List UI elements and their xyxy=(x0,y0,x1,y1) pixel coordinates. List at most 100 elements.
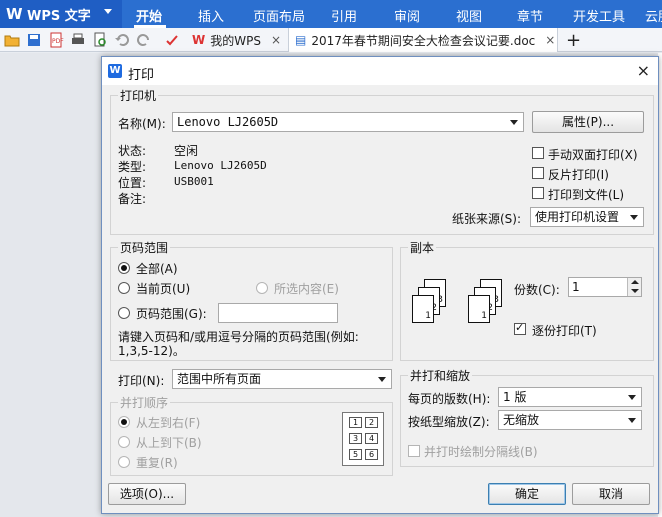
menu-item-insert[interactable]: 插入 xyxy=(198,6,224,25)
tab-label: 我的WPS xyxy=(210,33,261,48)
menu-item-home[interactable]: 开始 xyxy=(136,6,162,25)
order-repeat-radio[interactable] xyxy=(118,456,130,468)
menu-item-view[interactable]: 视图 xyxy=(456,6,482,25)
type-label: 类型: xyxy=(118,160,147,174)
chevron-down-icon xyxy=(630,215,638,220)
reverse-print-label: 反片打印(I) xyxy=(548,168,609,182)
tab-label: 2017年春节期间安全大检查会议记要.doc xyxy=(311,33,536,48)
scale-select[interactable]: 无缩放 xyxy=(498,410,642,430)
print-what-label: 打印(N): xyxy=(118,374,165,388)
page-range-current-label: 当前页(U) xyxy=(136,282,191,296)
dialog-titlebar[interactable]: W 打印 × xyxy=(102,57,658,85)
spin-up-icon[interactable] xyxy=(627,278,641,287)
order-left-to-right-radio[interactable] xyxy=(118,416,130,428)
scale-label: 按纸型缩放(Z): xyxy=(408,415,490,429)
close-icon[interactable]: × xyxy=(637,61,650,80)
location-label: 位置: xyxy=(118,176,147,190)
print-order-group-title: 并打顺序 xyxy=(118,394,171,411)
order-cell: 2 xyxy=(365,417,378,428)
menu-item-review[interactable]: 审阅 xyxy=(394,6,420,25)
printer-properties-button[interactable]: 属性(P)... xyxy=(532,111,644,133)
order-top-to-bottom-radio[interactable] xyxy=(118,436,130,448)
tab-document[interactable]: ▤ 2017年春节期间安全大检查会议记要.doc × xyxy=(288,28,558,52)
order-cell: 5 xyxy=(349,449,362,460)
wps-logo-icon: W xyxy=(108,64,122,78)
app-name: WPS 文字 xyxy=(27,8,91,24)
pages-per-sheet-label: 每页的版数(H): xyxy=(408,392,491,406)
paper-source-select[interactable]: 使用打印机设置 xyxy=(530,207,644,227)
collate-preview-stack: 3 2 1 xyxy=(464,279,504,329)
page-range-pages-radio[interactable] xyxy=(118,307,130,319)
manual-duplex-checkbox[interactable] xyxy=(532,147,544,159)
app-menu-button[interactable]: W WPS 文字 xyxy=(0,0,122,28)
pages-per-sheet-select[interactable]: 1 版 xyxy=(498,387,642,407)
options-button[interactable]: 选项(O)... xyxy=(108,483,186,505)
draw-borders-label: 并打时绘制分隔线(B) xyxy=(424,445,538,459)
type-value: Lenovo LJ2605D xyxy=(174,159,267,172)
order-cell: 6 xyxy=(365,449,378,460)
menu-item-cloud[interactable]: 云服 xyxy=(645,6,662,25)
order-cell: 4 xyxy=(365,433,378,444)
close-icon[interactable]: × xyxy=(271,33,281,47)
menu-item-page-layout[interactable]: 页面布局 xyxy=(253,6,305,25)
cancel-button[interactable]: 取消 xyxy=(572,483,650,505)
spin-down-icon[interactable] xyxy=(627,287,641,296)
status-label: 状态: xyxy=(118,144,147,158)
chevron-down-icon xyxy=(378,377,386,382)
chevron-down-icon xyxy=(628,418,636,423)
printer-name-select[interactable]: Lenovo LJ2605D xyxy=(172,112,524,132)
chevron-down-icon xyxy=(104,9,112,14)
menu-item-developer[interactable]: 开发工具 xyxy=(573,6,625,25)
redo-icon[interactable] xyxy=(136,32,152,48)
order-repeat-label: 重复(R) xyxy=(136,456,178,470)
order-cell: 1 xyxy=(349,417,362,428)
status-value: 空闲 xyxy=(174,144,199,158)
copies-count-label: 份数(C): xyxy=(514,283,560,297)
draw-borders-checkbox[interactable] xyxy=(408,445,420,457)
chevron-down-icon xyxy=(510,120,518,125)
print-dialog: W 打印 × 打印机 名称(M): Lenovo LJ2605D 属性(P)..… xyxy=(101,56,659,514)
page-range-all-radio[interactable] xyxy=(118,262,130,274)
menu-item-references[interactable]: 引用 xyxy=(331,6,357,25)
tab-my-wps[interactable]: W 我的WPS × xyxy=(186,28,286,52)
collate-checkbox[interactable] xyxy=(514,321,526,335)
location-value: USB001 xyxy=(174,175,214,188)
save-icon[interactable] xyxy=(26,32,42,48)
page-range-pages-label: 页码范围(G): xyxy=(136,307,207,321)
close-icon[interactable]: × xyxy=(545,33,555,47)
page-range-all-label: 全部(A) xyxy=(136,262,178,276)
order-preview: 1 2 3 4 5 6 xyxy=(342,412,384,466)
print-preview-icon[interactable] xyxy=(92,32,108,48)
reverse-print-checkbox[interactable] xyxy=(532,167,544,179)
order-left-to-right-label: 从左到右(F) xyxy=(136,416,201,430)
copies-group-title: 副本 xyxy=(408,239,437,256)
print-icon[interactable] xyxy=(70,32,86,48)
comment-label: 备注: xyxy=(118,192,147,206)
page-range-selection-radio[interactable] xyxy=(256,282,268,294)
print-to-file-checkbox[interactable] xyxy=(532,187,544,199)
page-range-selection-label: 所选内容(E) xyxy=(274,282,339,296)
undo-icon[interactable] xyxy=(114,32,130,48)
printer-group-title: 打印机 xyxy=(118,87,159,104)
page-range-input[interactable] xyxy=(218,303,338,323)
manual-duplex-label: 手动双面打印(X) xyxy=(548,148,638,162)
ok-button[interactable]: 确定 xyxy=(488,483,566,505)
menu-item-chapter[interactable]: 章节 xyxy=(517,6,543,25)
page-range-group-title: 页码范围 xyxy=(118,239,171,256)
menu-bar: W WPS 文字 开始 插入 页面布局 引用 审阅 视图 章节 开发工具 云服 xyxy=(0,0,662,28)
open-folder-icon[interactable] xyxy=(4,32,20,48)
printer-name-label: 名称(M): xyxy=(118,117,166,131)
print-what-select[interactable]: 范围中所有页面 xyxy=(172,369,392,389)
svg-text:PDF: PDF xyxy=(52,38,64,45)
format-painter-icon[interactable] xyxy=(164,32,180,48)
order-top-to-bottom-label: 从上到下(B) xyxy=(136,436,202,450)
dialog-title: 打印 xyxy=(128,68,155,83)
copies-count-input[interactable]: 1 xyxy=(568,277,642,297)
collate-label: 逐份打印(T) xyxy=(532,324,597,338)
export-pdf-icon[interactable]: PDF xyxy=(48,32,64,48)
new-tab-button[interactable]: + xyxy=(566,28,581,52)
collate-preview-stack: 3 2 1 xyxy=(408,279,448,329)
wps-logo-icon: W xyxy=(6,5,23,23)
page-range-current-radio[interactable] xyxy=(118,282,130,294)
quick-toolbar: PDF W 我的WPS × ▤ 2017年春节期间安全大检查会议记要.doc ×… xyxy=(0,28,662,52)
